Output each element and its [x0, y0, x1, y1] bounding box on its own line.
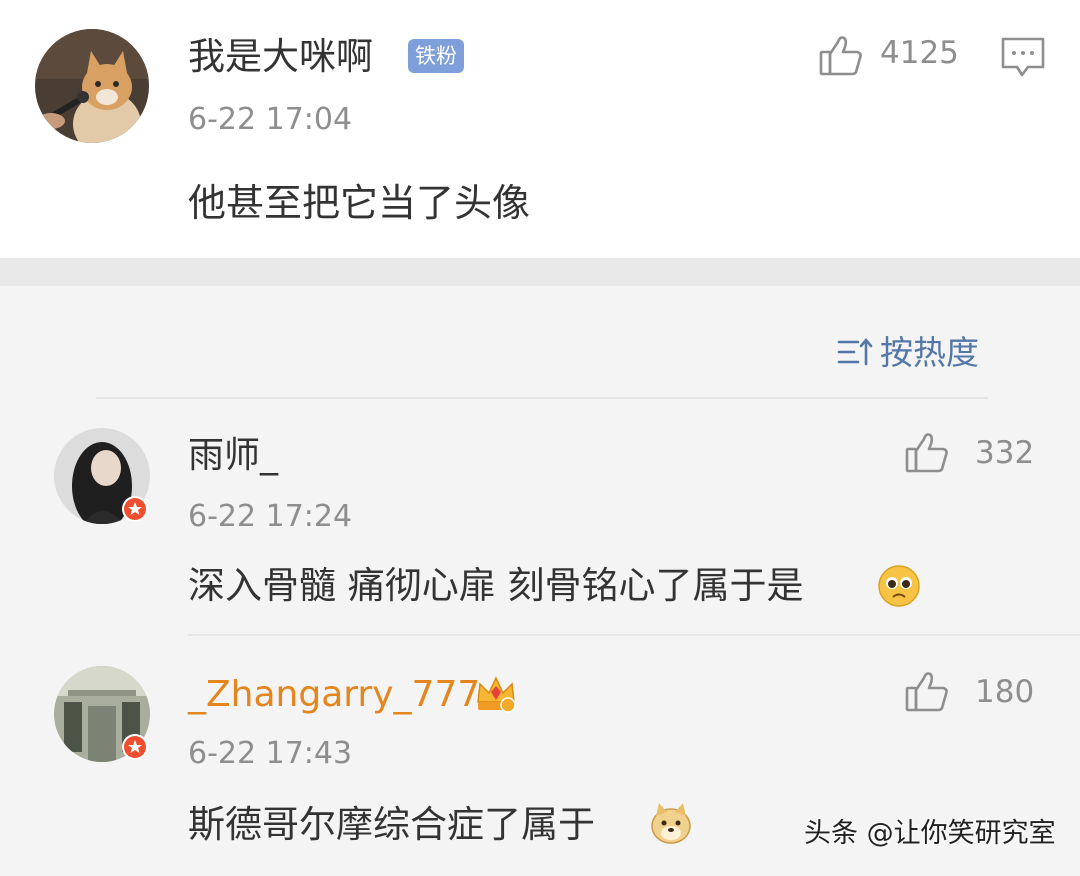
sort-icon [836, 336, 874, 368]
verified-badge-icon [122, 496, 148, 522]
vip-crown-icon [474, 672, 518, 716]
comment-timestamp: 6-22 17:04 [188, 102, 353, 137]
sort-label: 按热度 [880, 332, 979, 372]
verified-badge-icon [122, 734, 148, 760]
reply-timestamp: 6-22 17:43 [188, 736, 353, 771]
like-count: 180 [975, 674, 1035, 710]
comment-icon[interactable] [1000, 35, 1046, 79]
cat-avatar[interactable] [35, 29, 149, 143]
reply-text: 斯德哥尔摩综合症了属于 [188, 803, 595, 846]
reply-timestamp: 6-22 17:24 [188, 499, 353, 534]
watermark: 头条 @让你笑研究室 [804, 818, 1056, 849]
divider [188, 634, 1080, 636]
reply-username[interactable]: _Zhangarry_777 [188, 677, 480, 713]
thumbs-up-icon[interactable] [904, 668, 950, 714]
like-count: 332 [975, 435, 1035, 471]
pleading-face-emoji [877, 564, 921, 608]
sort-by-hot-button[interactable]: 按热度 [836, 332, 979, 372]
reply-text: 深入骨髓 痛彻心扉 刻骨铭心了属于是 [188, 564, 804, 607]
thumbs-up-icon[interactable] [818, 32, 864, 78]
divider [96, 397, 988, 399]
main-comment-card: 我是大咪啊 铁粉 6-22 17:04 他甚至把它当了头像 4125 [0, 0, 1080, 258]
fan-badge: 铁粉 [408, 39, 464, 73]
like-count: 4125 [880, 35, 959, 71]
thumbs-up-icon[interactable] [904, 429, 950, 475]
section-separator [0, 258, 1080, 286]
reply-username[interactable]: 雨师_ [188, 438, 278, 474]
doge-emoji [648, 800, 694, 846]
comment-username[interactable]: 我是大咪啊 [188, 38, 373, 75]
comment-text: 他甚至把它当了头像 [188, 181, 531, 225]
